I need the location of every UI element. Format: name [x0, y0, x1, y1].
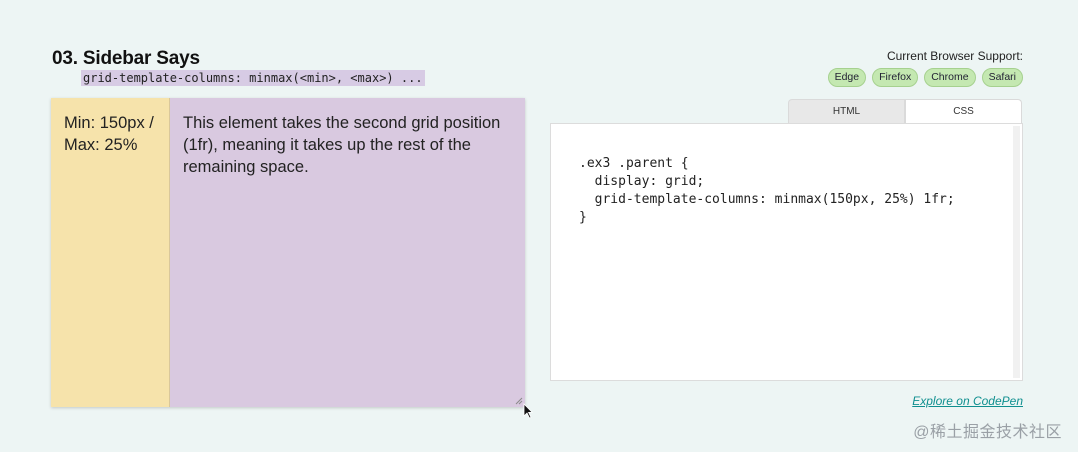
css-code: .ex3 .parent { display: grid; grid-templ…: [579, 156, 955, 225]
browser-support-label: Current Browser Support:: [886, 49, 1023, 63]
main-column: This element takes the second grid posit…: [170, 98, 525, 407]
syntax-code-snippet: grid-template-columns: minmax(<min>, <ma…: [81, 70, 425, 86]
code-scrollbar[interactable]: [1013, 126, 1020, 378]
tab-html[interactable]: HTML: [788, 99, 905, 123]
badge-edge: Edge: [827, 68, 867, 87]
code-panel: .ex3 .parent { display: grid; grid-templ…: [550, 123, 1023, 381]
browser-support: Current Browser Support: Edge Firefox Ch…: [827, 49, 1023, 87]
badge-chrome: Chrome: [924, 68, 976, 87]
badge-safari: Safari: [981, 68, 1023, 87]
mouse-cursor-icon: [523, 403, 533, 419]
badge-firefox: Firefox: [872, 68, 919, 87]
watermark: @稀土掘金技术社区: [913, 424, 1062, 441]
page-title: 03. Sidebar Says: [52, 48, 200, 69]
grid-demo: Min: 150px / Max: 25% This element takes…: [51, 98, 525, 407]
tab-css[interactable]: CSS: [905, 99, 1022, 123]
editor-tabs: HTML CSS: [788, 99, 1022, 123]
codepen-link[interactable]: Explore on CodePen: [912, 394, 1023, 408]
resize-handle-icon[interactable]: [515, 397, 523, 405]
browser-badges: Edge Firefox Chrome Safari: [827, 68, 1023, 87]
sidebar-column: Min: 150px / Max: 25%: [51, 98, 170, 407]
